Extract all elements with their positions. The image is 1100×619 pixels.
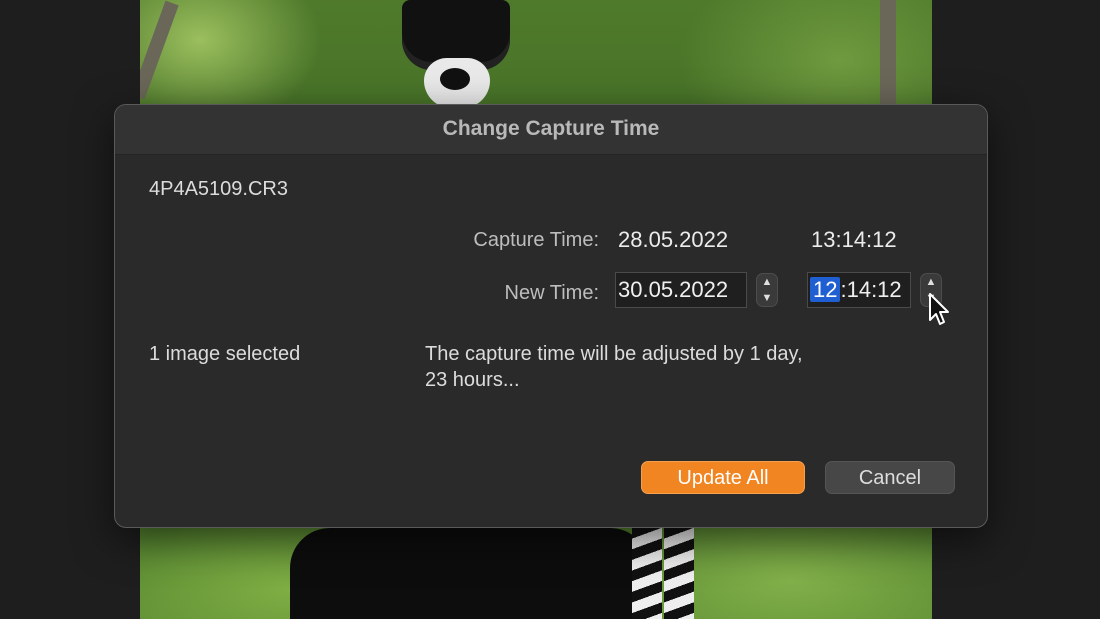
cancel-button[interactable]: Cancel	[825, 461, 955, 494]
tree-trunk	[880, 0, 896, 104]
date-stepper[interactable]: ▲ ▼	[756, 273, 778, 307]
new-time-label: New Time:	[504, 282, 599, 304]
screen: Change Capture Time 4P4A5109.CR3 Capture…	[0, 0, 1100, 619]
capture-time-label: Capture Time:	[473, 229, 599, 251]
chevron-up-icon[interactable]: ▲	[757, 274, 777, 290]
capture-date-value: 28.05.2022	[618, 227, 729, 252]
capture-time-value: 13:14:12	[811, 227, 897, 252]
figure-dress	[290, 528, 650, 619]
change-capture-time-dialog: Change Capture Time 4P4A5109.CR3 Capture…	[114, 104, 988, 528]
tree-branch	[140, 0, 179, 100]
adjustment-note-line1: The capture time will be adjusted by 1 d…	[425, 343, 803, 365]
dialog-titlebar: Change Capture Time	[115, 105, 987, 155]
new-date-value[interactable]: 30.05.2022	[618, 277, 728, 302]
figure-leg-left	[632, 528, 662, 619]
new-date-field[interactable]: 30.05.2022	[615, 272, 747, 308]
update-all-button[interactable]: Update All	[641, 461, 805, 494]
filename-label: 4P4A5109.CR3	[149, 178, 288, 200]
time-hour-segment[interactable]: 12	[810, 277, 841, 302]
chevron-down-icon[interactable]: ▼	[757, 290, 777, 306]
pointer-cursor-icon	[929, 293, 949, 325]
adjustment-note-line2: 23 hours...	[425, 369, 520, 391]
new-time-field[interactable]: 12:14:12	[807, 272, 911, 308]
time-minutes-seconds[interactable]: :14:12	[840, 277, 901, 302]
selection-status: 1 image selected	[149, 343, 301, 365]
figure-eye	[440, 68, 470, 90]
dialog-title: Change Capture Time	[442, 117, 660, 140]
figure-leg-right	[664, 528, 694, 619]
chevron-up-icon[interactable]: ▲	[921, 274, 941, 290]
